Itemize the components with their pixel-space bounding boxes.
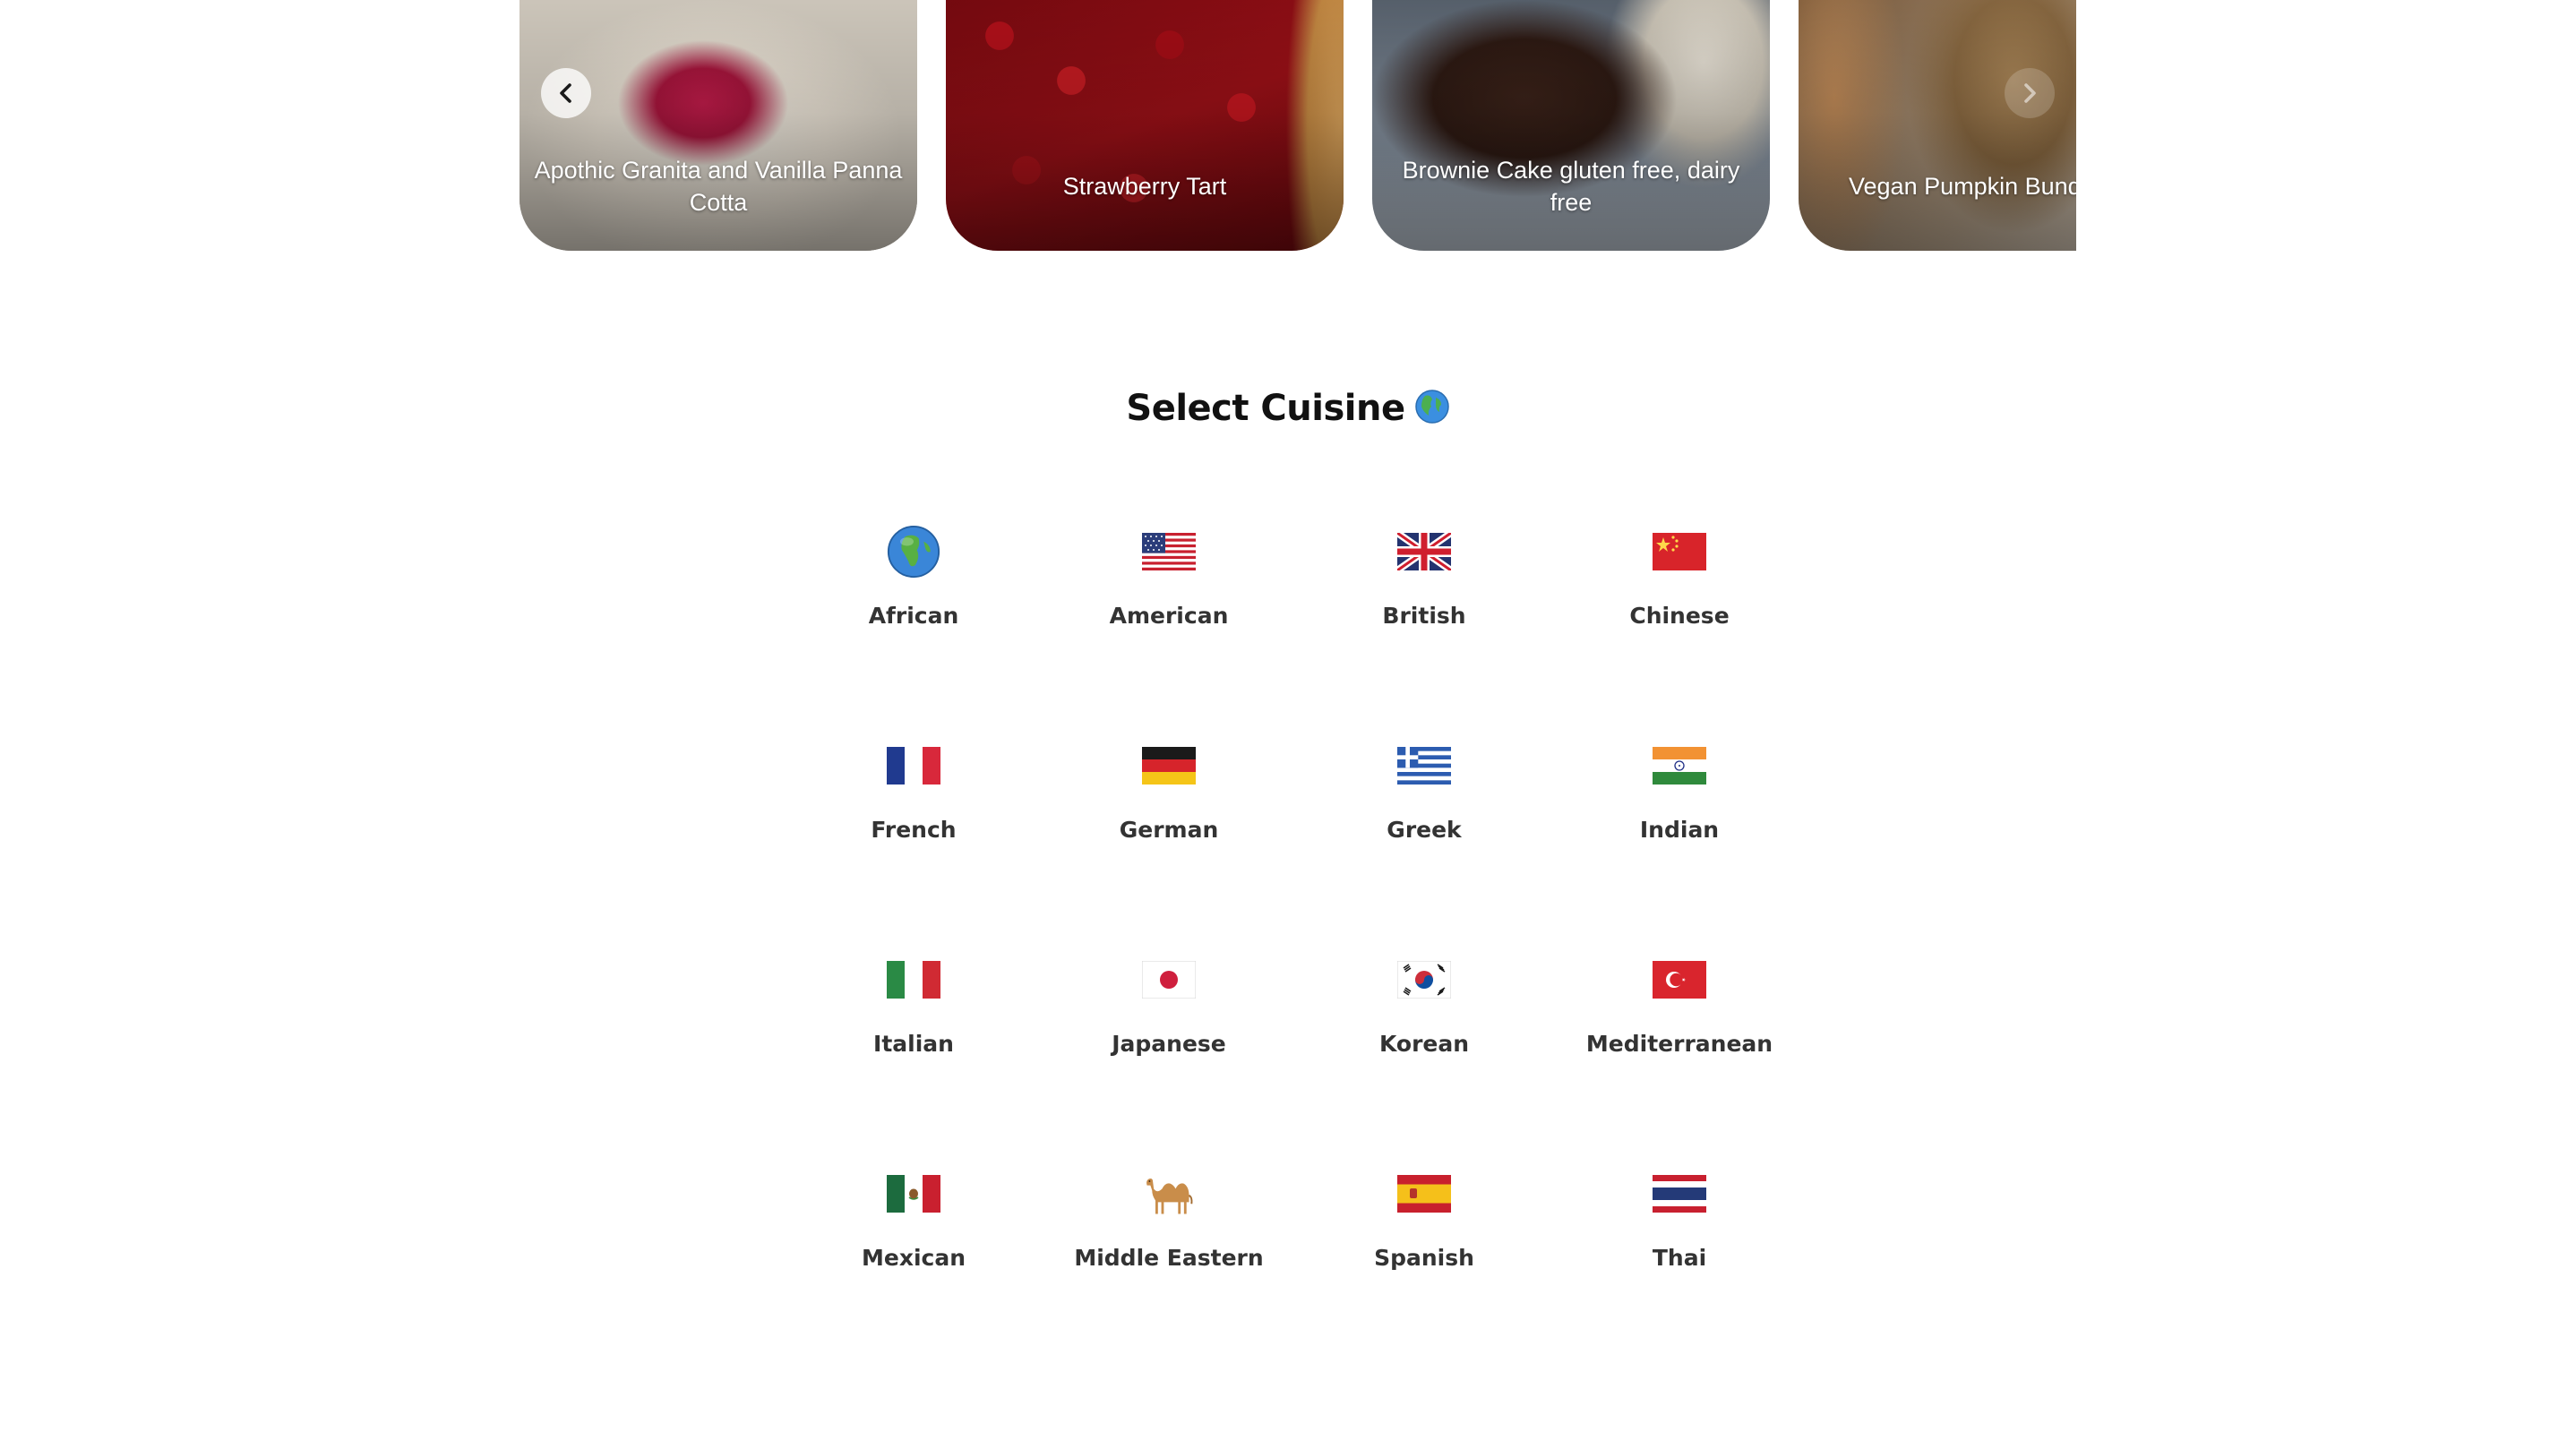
cuisine-label: British — [1382, 603, 1466, 629]
cuisine-item-american[interactable]: American — [1052, 522, 1285, 674]
cuisine-item-thai[interactable]: Thai — [1563, 1164, 1796, 1316]
flag-korea-icon — [1397, 950, 1451, 1009]
cuisine-label: American — [1109, 603, 1229, 629]
cuisine-label: Mediterranean — [1585, 1031, 1773, 1057]
flag-japan-icon — [1142, 950, 1196, 1009]
flag-france-icon — [887, 736, 940, 795]
cuisine-item-french[interactable]: French — [797, 736, 1030, 888]
cuisine-item-german[interactable]: German — [1052, 736, 1285, 888]
cuisine-label: Italian — [873, 1031, 954, 1057]
cuisine-label: Japanese — [1112, 1031, 1226, 1057]
cuisine-item-mexican[interactable]: Mexican — [797, 1164, 1030, 1316]
cuisine-item-japanese[interactable]: Japanese — [1052, 950, 1285, 1102]
cuisine-item-british[interactable]: British — [1308, 522, 1541, 674]
flag-us-icon — [1142, 522, 1196, 581]
flag-thailand-icon — [1653, 1164, 1706, 1223]
globe-africa-icon — [887, 522, 940, 581]
cuisine-label: Korean — [1378, 1031, 1470, 1057]
flag-china-icon — [1653, 522, 1706, 581]
flag-turkey-icon — [1653, 950, 1706, 1009]
cuisine-label: African — [868, 603, 959, 629]
cuisine-label: Chinese — [1629, 603, 1730, 629]
flag-spain-icon — [1397, 1164, 1451, 1223]
cuisine-label: Spanish — [1374, 1245, 1474, 1271]
cuisine-label: French — [871, 817, 957, 843]
cuisine-item-spanish[interactable]: Spanish — [1308, 1164, 1541, 1316]
flag-germany-icon — [1142, 736, 1196, 795]
flag-greece-icon — [1397, 736, 1451, 795]
cuisine-item-chinese[interactable]: Chinese — [1563, 522, 1796, 674]
camel-icon — [1142, 1164, 1196, 1223]
cuisine-item-korean[interactable]: Korean — [1308, 950, 1541, 1102]
cuisine-item-italian[interactable]: Italian — [797, 950, 1030, 1102]
cuisine-label: Greek — [1387, 817, 1462, 843]
cuisine-label: Indian — [1639, 817, 1720, 843]
cuisine-label: Mexican — [861, 1245, 966, 1271]
cuisine-item-middle-eastern[interactable]: Middle Eastern — [1052, 1164, 1285, 1316]
cuisine-label: German — [1119, 817, 1219, 843]
cuisine-grid: African American British Chinese French … — [0, 0, 2576, 1449]
cuisine-item-african[interactable]: African — [797, 522, 1030, 674]
flag-italy-icon — [887, 950, 940, 1009]
flag-india-icon — [1653, 736, 1706, 795]
cuisine-item-greek[interactable]: Greek — [1308, 736, 1541, 888]
cuisine-label: Thai — [1652, 1245, 1707, 1271]
flag-mexico-icon — [887, 1164, 940, 1223]
flag-uk-icon — [1397, 522, 1451, 581]
cuisine-label: Middle Eastern — [1074, 1245, 1264, 1271]
cuisine-item-mediterranean[interactable]: Mediterranean — [1563, 950, 1796, 1102]
cuisine-item-indian[interactable]: Indian — [1563, 736, 1796, 888]
